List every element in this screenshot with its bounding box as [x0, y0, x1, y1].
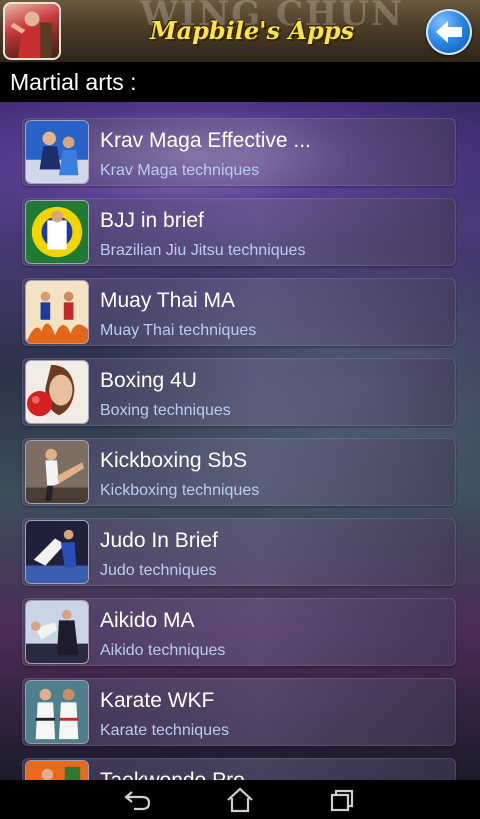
- system-navigation-bar: [0, 780, 480, 819]
- app-list[interactable]: Krav Maga Effective ... Krav Maga techni…: [0, 102, 480, 780]
- app-title: Muay Thai MA: [100, 289, 235, 312]
- app-subtitle: Muay Thai techniques: [100, 322, 257, 339]
- list-item-taekwondo[interactable]: Taekwondo Pro: [22, 758, 456, 780]
- app-subtitle: Kickboxing techniques: [100, 482, 260, 499]
- martial-artist-icon[interactable]: [3, 2, 61, 60]
- app-subtitle: Boxing techniques: [100, 402, 231, 419]
- app-title: Kickboxing SbS: [100, 449, 248, 472]
- taekwondo-thumbnail: [25, 760, 89, 780]
- app-title: Taekwondo Pro: [100, 769, 245, 780]
- app-title: Judo In Brief: [100, 529, 218, 552]
- list-item-karate[interactable]: Karate WKF Karate techniques: [22, 678, 456, 746]
- app-header: WING CHUN Mapbile's Apps: [0, 0, 480, 62]
- judo-thumbnail: [25, 520, 89, 584]
- list-item-bjj[interactable]: BJJ in brief Brazilian Jiu Jitsu techniq…: [22, 198, 456, 266]
- nav-home-button[interactable]: [222, 786, 258, 814]
- nav-back-button[interactable]: [120, 786, 156, 814]
- list-item-krav-maga[interactable]: Krav Maga Effective ... Krav Maga techni…: [22, 118, 456, 186]
- nav-recents-icon: [330, 789, 354, 812]
- app-subtitle: Brazilian Jiu Jitsu techniques: [100, 242, 306, 259]
- back-arrow-icon: [436, 21, 462, 43]
- app-subtitle: Krav Maga techniques: [100, 162, 260, 179]
- list-item-aikido[interactable]: Aikido MA Aikido techniques: [22, 598, 456, 666]
- brand-title: Mapbile's Apps: [150, 16, 355, 45]
- list-item-judo[interactable]: Judo In Brief Judo techniques: [22, 518, 456, 586]
- list-item-kickboxing[interactable]: Kickboxing SbS Kickboxing techniques: [22, 438, 456, 506]
- app-subtitle: Aikido techniques: [100, 642, 226, 659]
- nav-recents-button[interactable]: [324, 786, 360, 814]
- karate-thumbnail: [25, 680, 89, 744]
- app-subtitle: Judo techniques: [100, 562, 217, 579]
- app-title: Karate WKF: [100, 689, 215, 712]
- back-button[interactable]: [426, 9, 472, 55]
- nav-home-icon: [227, 787, 253, 813]
- krav-maga-thumbnail: [25, 120, 89, 184]
- aikido-thumbnail: [25, 600, 89, 664]
- app-subtitle: Karate techniques: [100, 722, 229, 739]
- nav-back-icon: [124, 791, 151, 811]
- app-title: Aikido MA: [100, 609, 195, 632]
- boxing-thumbnail: [25, 360, 89, 424]
- section-title: Martial arts :: [0, 62, 480, 102]
- app-title: BJJ in brief: [100, 209, 204, 232]
- kickboxing-thumbnail: [25, 440, 89, 504]
- list-item-boxing[interactable]: Boxing 4U Boxing techniques: [22, 358, 456, 426]
- muay-thai-thumbnail: [25, 280, 89, 344]
- app-title: Krav Maga Effective ...: [100, 129, 311, 152]
- list-item-muay-thai[interactable]: Muay Thai MA Muay Thai techniques: [22, 278, 456, 346]
- bjj-thumbnail: [25, 200, 89, 264]
- app-title: Boxing 4U: [100, 369, 197, 392]
